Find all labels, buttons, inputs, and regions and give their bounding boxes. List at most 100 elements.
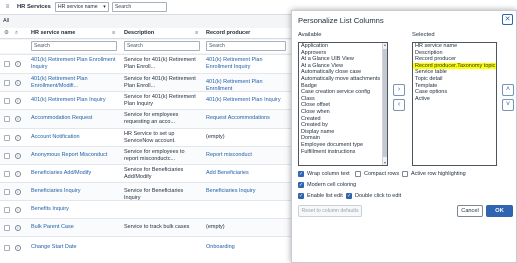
modern-cell-coloring-option[interactable]: ✓ Modern cell coloring — [298, 182, 356, 188]
scroll-down-icon[interactable]: ▼ — [383, 161, 387, 165]
selected-column-option[interactable]: Topic detail — [413, 76, 496, 83]
filter-input-name[interactable]: Search — [31, 41, 117, 51]
close-icon[interactable]: ✕ — [502, 14, 513, 25]
info-icon[interactable]: i — [15, 245, 21, 251]
scroll-thumb[interactable] — [383, 49, 387, 157]
column-header-description[interactable]: Description — [124, 30, 154, 36]
filter-input-producer[interactable]: Search — [206, 41, 286, 51]
row-checkbox[interactable] — [4, 245, 10, 251]
available-column-option[interactable]: Class — [299, 96, 387, 103]
checkbox-unchecked-icon[interactable] — [402, 171, 408, 177]
double-click-to-edit-option[interactable]: ✓ Double click to edit — [346, 193, 401, 199]
info-icon[interactable]: i — [15, 98, 21, 104]
selected-column-option[interactable]: Record producer.Taxonomy topic — [413, 62, 496, 70]
info-icon[interactable]: i — [15, 171, 21, 177]
info-icon[interactable]: i — [15, 116, 21, 122]
row-checkbox[interactable] — [4, 61, 10, 67]
available-column-option[interactable]: At a Glance UIB View — [299, 56, 387, 63]
scroll-up-icon[interactable]: ▲ — [383, 43, 387, 47]
available-column-option[interactable]: Domain — [299, 135, 387, 142]
row-checkbox[interactable] — [4, 98, 10, 104]
cell-producer[interactable]: Beneficiaries Inquiry — [206, 188, 290, 195]
available-column-option[interactable]: Case creation service config — [299, 89, 387, 96]
info-icon[interactable]: i — [15, 225, 21, 231]
cell-name[interactable]: 401(k) Retirement Plan Inquiry — [31, 97, 121, 104]
cell-name[interactable]: Beneficiaries Inquiry — [31, 188, 121, 195]
row-checkbox[interactable] — [4, 135, 10, 141]
breadcrumb-all[interactable]: All — [3, 18, 9, 24]
selected-column-option[interactable]: Case options — [413, 89, 496, 96]
available-column-option[interactable]: Approvers — [299, 50, 387, 57]
available-columns-list[interactable]: Application Approvers At a Glance UIB View… — [298, 42, 388, 166]
cell-name[interactable]: 401(k) Retirement Plan Enrollment Inquir… — [31, 57, 121, 71]
checkbox-unchecked-icon[interactable] — [355, 171, 361, 177]
checkbox-checked-icon[interactable]: ✓ — [298, 171, 304, 177]
column-header-name[interactable]: HR service name — [31, 30, 75, 36]
selected-column-option[interactable]: Template — [413, 83, 496, 90]
available-column-option[interactable]: Display name — [299, 129, 387, 136]
info-icon[interactable]: i — [15, 153, 21, 159]
available-column-option[interactable]: Close offset — [299, 102, 387, 109]
column-menu-icon[interactable]: ≡ — [195, 30, 198, 36]
selected-columns-list[interactable]: HR service name Description Record produce… — [412, 42, 497, 166]
available-column-option[interactable]: Created — [299, 116, 387, 123]
search-input[interactable]: Search — [111, 2, 167, 12]
cell-name[interactable]: Anonymous Report Misconduct — [31, 152, 121, 159]
selected-column-option[interactable]: Active — [413, 96, 496, 103]
info-icon[interactable]: i — [15, 61, 21, 67]
gear-icon[interactable]: ⚙ — [4, 30, 9, 36]
cell-producer[interactable]: Onboarding — [206, 244, 290, 251]
row-checkbox[interactable] — [4, 189, 10, 195]
checkbox-checked-icon[interactable]: ✓ — [298, 193, 304, 199]
cell-producer[interactable]: 401(k) Retirement Plan Enrollment Inquir… — [206, 57, 286, 71]
enable-list-edit-option[interactable]: ✓ Enable list edit — [298, 193, 343, 199]
wrap-column-text-option[interactable]: ✓ Wrap column text — [298, 171, 350, 177]
selected-column-option[interactable]: Record producer — [413, 56, 496, 63]
cell-producer[interactable]: Request Accommodations — [206, 115, 290, 122]
checkbox-checked-icon[interactable]: ✓ — [298, 182, 304, 188]
row-checkbox[interactable] — [4, 153, 10, 159]
cell-producer[interactable]: Add Beneficiaries — [206, 170, 290, 177]
available-column-option[interactable]: Automatically move attachments — [299, 76, 387, 83]
cell-name[interactable]: Account Notification — [31, 134, 121, 141]
cell-name[interactable]: Benefits Inquiry — [31, 206, 121, 213]
available-column-option[interactable]: Automatically close case — [299, 69, 387, 76]
available-column-option[interactable]: Application — [299, 43, 387, 50]
compact-rows-option[interactable]: Compact rows — [355, 171, 399, 177]
cell-name[interactable]: Change Start Date — [31, 244, 121, 251]
selected-column-option[interactable]: Description — [413, 50, 496, 57]
search-icon[interactable]: ⌕ — [15, 30, 18, 37]
column-header-producer[interactable]: Record producer — [206, 30, 250, 36]
info-icon[interactable]: i — [15, 189, 21, 195]
row-checkbox[interactable] — [4, 116, 10, 122]
move-down-button[interactable]: ˅ — [502, 99, 514, 111]
row-checkbox[interactable] — [4, 80, 10, 86]
available-column-option[interactable]: Badge — [299, 83, 387, 90]
checkbox-checked-icon[interactable]: ✓ — [346, 193, 352, 199]
active-row-highlighting-option[interactable]: Active row highlighting — [402, 171, 466, 177]
available-column-option[interactable]: Created by — [299, 122, 387, 129]
column-menu-icon[interactable]: ≡ — [112, 30, 115, 36]
available-column-option[interactable]: Fulfillment instructions — [299, 149, 387, 156]
filter-input-description[interactable]: Search — [124, 41, 200, 51]
row-checkbox[interactable] — [4, 207, 10, 213]
move-up-button[interactable]: ˄ — [502, 84, 514, 96]
selected-column-option[interactable]: Service table — [413, 69, 496, 76]
cell-name[interactable]: 401(k) Retirement Plan Enrollment/Modifi… — [31, 76, 121, 90]
available-column-option[interactable]: Employee document type — [299, 142, 387, 149]
available-column-option[interactable]: Close when — [299, 109, 387, 116]
info-icon[interactable]: i — [15, 207, 21, 213]
cell-producer[interactable]: 401(k) Retirement Plan Inquiry — [206, 97, 290, 104]
ok-button[interactable]: OK — [486, 205, 513, 217]
cell-producer[interactable]: Report misconduct — [206, 152, 290, 159]
cancel-button[interactable]: Cancel — [457, 205, 483, 217]
row-checkbox[interactable] — [4, 171, 10, 177]
move-left-button[interactable]: ‹ — [393, 99, 405, 111]
cell-name[interactable]: Bulk Parent Case — [31, 224, 121, 231]
hamburger-icon[interactable]: ≡ — [4, 4, 11, 11]
scrollbar[interactable]: ▲ ▼ — [382, 43, 387, 165]
info-icon[interactable]: i — [15, 135, 21, 141]
cell-name[interactable]: Accommodation Request — [31, 115, 121, 122]
selected-column-option[interactable]: HR service name — [413, 43, 496, 50]
available-column-option[interactable]: At a Glance View — [299, 63, 387, 70]
